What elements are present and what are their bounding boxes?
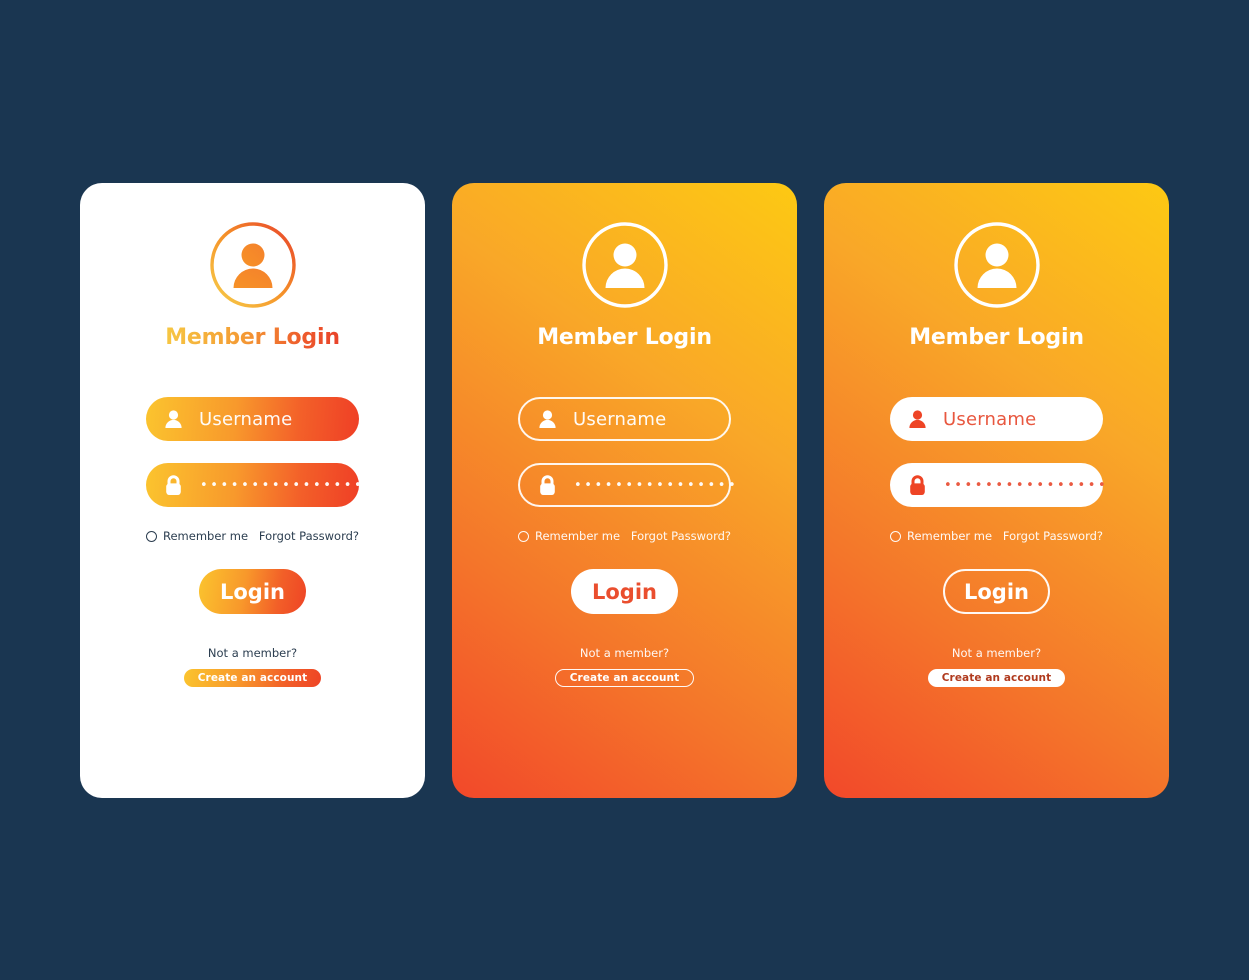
person-icon [162,407,184,431]
username-input[interactable]: Username [146,397,359,441]
login-card-outline: Member Login Username •••••••••••••••• R… [452,183,797,798]
password-masked-value: •••••••••••••••• [944,477,1109,493]
remember-me-checkbox[interactable]: Remember me [146,529,248,543]
page-title: Member Login [537,325,712,350]
forgot-password-link[interactable]: Forgot Password? [1003,529,1103,543]
page-title: Member Login [909,325,1084,350]
user-avatar-circle-icon [580,220,670,310]
password-input[interactable]: •••••••••••••••• [890,463,1106,507]
options-row: Remember me Forgot Password? [890,529,1103,543]
username-input[interactable]: Username [890,397,1103,441]
lock-icon [536,473,558,497]
person-icon [906,407,928,431]
forgot-password-link[interactable]: Forgot Password? [259,529,359,543]
page-title: Member Login [165,325,340,350]
remember-me-label: Remember me [907,529,993,543]
username-input[interactable]: Username [518,397,731,441]
remember-me-label: Remember me [163,529,249,543]
create-account-button[interactable]: Create an account [183,669,322,687]
password-input[interactable]: •••••••••••••••• [146,463,362,507]
remember-me-label: Remember me [535,529,621,543]
login-card-filled: Member Login Username •••••••••••••••• R… [824,183,1169,798]
not-a-member-label: Not a member? [207,646,298,660]
lock-icon [906,473,928,497]
password-masked-value: •••••••••••••••• [200,477,365,493]
username-placeholder-text: Username [943,408,1037,430]
user-avatar-circle-icon [208,220,298,310]
person-icon [536,407,558,431]
username-placeholder-text: Username [573,408,667,430]
login-button[interactable]: Login [943,569,1050,614]
login-button[interactable]: Login [571,569,678,614]
not-a-member-label: Not a member? [951,646,1042,660]
not-a-member-label: Not a member? [579,646,670,660]
password-input[interactable]: •••••••••••••••• [518,463,736,507]
user-avatar-circle-icon [952,220,1042,310]
login-button[interactable]: Login [199,569,306,614]
radio-circle-icon [890,530,901,542]
radio-circle-icon [518,530,529,542]
radio-circle-icon [146,530,157,542]
create-account-button[interactable]: Create an account [927,669,1066,687]
remember-me-checkbox[interactable]: Remember me [890,529,992,543]
lock-icon [162,473,184,497]
screen-canvas: Member Login Username •••••••••••••••• R… [0,0,1249,980]
remember-me-checkbox[interactable]: Remember me [518,529,620,543]
options-row: Remember me Forgot Password? [518,529,731,543]
forgot-password-link[interactable]: Forgot Password? [631,529,731,543]
login-card-light: Member Login Username •••••••••••••••• R… [80,183,425,798]
username-placeholder-text: Username [199,408,293,430]
create-account-button[interactable]: Create an account [554,669,695,687]
options-row: Remember me Forgot Password? [146,529,359,543]
password-masked-value: •••••••••••••••• [574,477,739,493]
